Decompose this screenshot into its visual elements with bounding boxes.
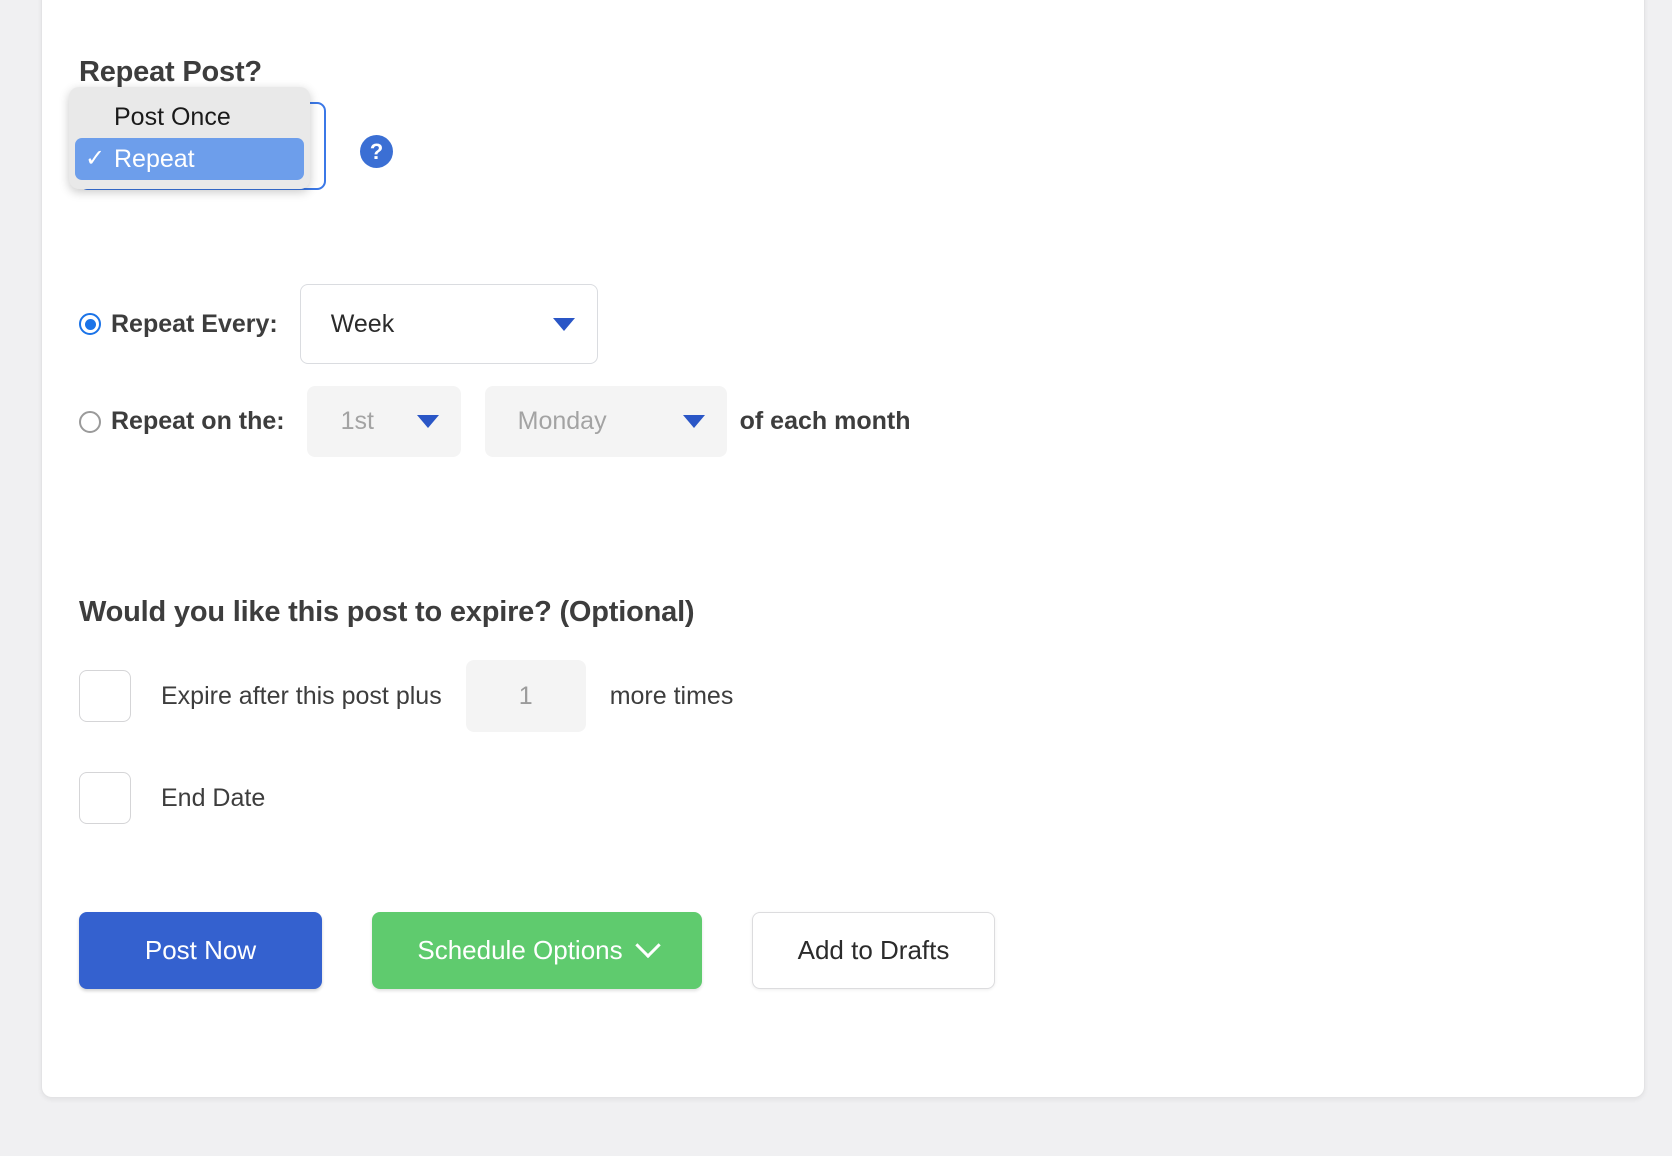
repeat-every-label: Repeat Every:	[111, 309, 278, 338]
repeat-interval-value: Week	[330, 309, 395, 338]
dropdown-option-label: Post Once	[114, 102, 231, 131]
chevron-down-icon	[682, 415, 705, 428]
schedule-post-card: Repeat Post? Post Once ✓ Repeat ? Repeat…	[41, 0, 1645, 1098]
more-times-label: more times	[609, 681, 734, 710]
schedule-options-label: Schedule Options	[417, 935, 623, 965]
repeat-on-the-row: Repeat on the: 1st Monday of each month	[79, 386, 910, 457]
of-each-month-label: of each month	[739, 407, 911, 435]
chevron-down-icon	[634, 932, 661, 958]
repeat-every-radio[interactable]	[79, 313, 101, 335]
chevron-down-icon	[552, 317, 575, 331]
expire-times-count-input[interactable]: 1	[465, 660, 586, 732]
post-now-button[interactable]: Post Now	[79, 912, 322, 989]
repeat-ordinal-value: 1st	[340, 407, 374, 435]
dropdown-option-post-once[interactable]: Post Once	[75, 96, 304, 138]
chevron-down-icon	[416, 415, 439, 428]
footer-actions: Post Now Schedule Options Add to Drafts	[79, 912, 995, 989]
expire-heading: Would you like this post to expire? (Opt…	[79, 596, 695, 628]
end-date-label: End Date	[161, 783, 266, 812]
repeat-every-row: Repeat Every: Week	[79, 284, 598, 364]
repeat-weekday-value: Monday	[517, 407, 607, 435]
end-date-checkbox[interactable]	[79, 772, 131, 824]
repeat-weekday-select[interactable]: Monday	[484, 386, 727, 457]
add-to-drafts-button[interactable]: Add to Drafts	[752, 912, 995, 989]
expire-after-times-row: Expire after this post plus 1 more times	[79, 660, 733, 732]
help-question-icon[interactable]: ?	[360, 135, 393, 168]
repeat-mode-dropdown-menu: Post Once ✓ Repeat	[69, 87, 310, 189]
repeat-on-the-radio[interactable]	[79, 410, 101, 433]
repeat-post-heading: Repeat Post?	[79, 56, 262, 88]
checkmark-icon: ✓	[85, 145, 106, 172]
repeat-ordinal-select[interactable]: 1st	[306, 386, 461, 457]
dropdown-option-repeat[interactable]: ✓ Repeat	[75, 138, 304, 180]
expire-after-times-checkbox[interactable]	[79, 670, 131, 722]
repeat-on-the-label: Repeat on the:	[111, 407, 285, 435]
dropdown-option-label: Repeat	[114, 144, 195, 173]
end-date-row: End Date	[79, 772, 265, 824]
repeat-interval-select[interactable]: Week	[299, 284, 598, 364]
expire-after-times-label: Expire after this post plus	[161, 681, 442, 710]
schedule-options-button[interactable]: Schedule Options	[372, 912, 702, 989]
